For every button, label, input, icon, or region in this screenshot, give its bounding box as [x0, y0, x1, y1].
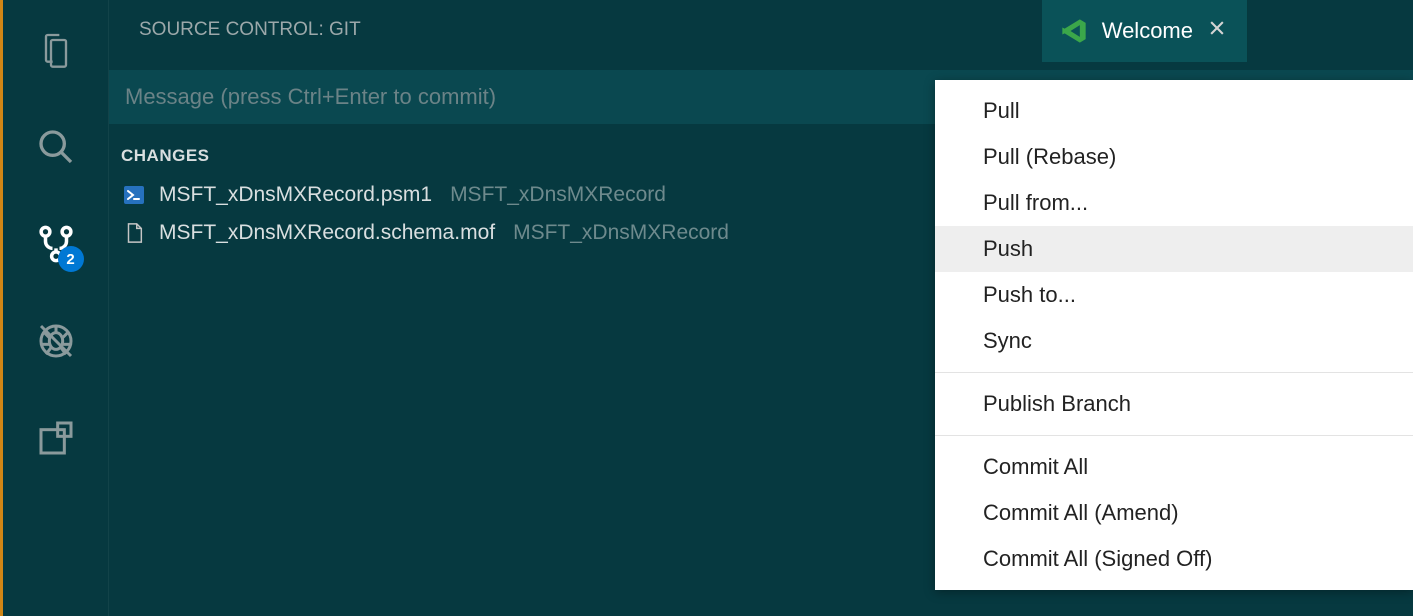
- scm-badge: 2: [58, 246, 84, 272]
- explorer-icon[interactable]: [34, 28, 78, 72]
- menu-item[interactable]: Commit All: [935, 444, 1413, 490]
- change-file-name: MSFT_xDnsMXRecord.schema.mof: [159, 221, 495, 245]
- menu-item[interactable]: Pull from...: [935, 180, 1413, 226]
- menu-item[interactable]: Push to...: [935, 272, 1413, 318]
- activity-bar: 2: [3, 0, 108, 616]
- search-icon[interactable]: [34, 125, 78, 169]
- change-file-dir: MSFT_xDnsMXRecord: [513, 221, 729, 245]
- menu-item[interactable]: Commit All (Signed Off): [935, 536, 1413, 582]
- editor-tabs: Welcome: [1042, 0, 1413, 62]
- change-file-dir: MSFT_xDnsMXRecord: [450, 183, 666, 207]
- source-control-icon[interactable]: 2: [34, 222, 78, 266]
- tab-label: Welcome: [1102, 18, 1193, 44]
- menu-item[interactable]: Commit All (Amend): [935, 490, 1413, 536]
- git-context-menu: PullPull (Rebase)Pull from...PushPush to…: [935, 80, 1413, 590]
- menu-separator: [935, 435, 1413, 436]
- extensions-icon[interactable]: [34, 416, 78, 460]
- menu-item[interactable]: Sync: [935, 318, 1413, 364]
- menu-item[interactable]: Push: [935, 226, 1413, 272]
- generic-file-icon: [121, 220, 147, 246]
- debug-icon[interactable]: [34, 319, 78, 363]
- change-file-name: MSFT_xDnsMXRecord.psm1: [159, 183, 432, 207]
- menu-item[interactable]: Publish Branch: [935, 381, 1413, 427]
- menu-item[interactable]: Pull: [935, 88, 1413, 134]
- menu-separator: [935, 372, 1413, 373]
- menu-item[interactable]: Pull (Rebase): [935, 134, 1413, 180]
- powershell-file-icon: [121, 182, 147, 208]
- close-icon[interactable]: [1207, 18, 1227, 44]
- vscode-logo-icon: [1060, 17, 1088, 45]
- tab-welcome[interactable]: Welcome: [1042, 0, 1248, 62]
